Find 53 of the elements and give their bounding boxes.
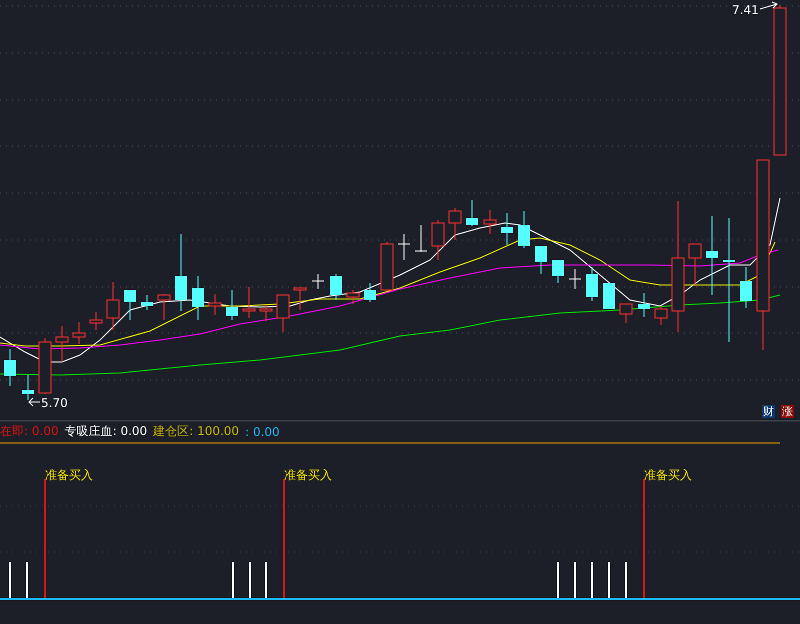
indicator-legend-item: : 0.00 <box>245 424 280 438</box>
candlestick <box>398 234 410 260</box>
tag-badge: 涨 <box>781 405 794 418</box>
candlestick <box>72 322 86 344</box>
candlestick <box>552 260 564 284</box>
signal-label: 准备买入 <box>45 468 93 482</box>
candlestick <box>380 242 394 292</box>
candlestick <box>276 294 290 332</box>
candlestick <box>294 288 306 310</box>
candlestick <box>56 326 68 362</box>
candlestick <box>22 374 34 400</box>
tag-badge: 财 <box>762 405 775 418</box>
candlestick <box>620 304 632 324</box>
candlestick <box>192 276 204 320</box>
candlestick <box>226 290 238 320</box>
candlestick <box>346 290 360 304</box>
candlestick <box>414 224 428 252</box>
candlestick <box>106 282 120 330</box>
candlestick <box>586 266 598 302</box>
arrow-icon <box>760 2 778 10</box>
candlestick <box>448 208 462 240</box>
indicator-legend-item: 建仓区: 100.00 <box>153 423 240 440</box>
arrow-icon <box>28 398 40 406</box>
candlestick <box>688 244 702 286</box>
candlestick <box>603 282 615 310</box>
candlestick <box>330 274 342 300</box>
signal-label: 准备买入 <box>644 468 692 482</box>
candlestick <box>141 294 153 310</box>
signal-label: 准备买入 <box>284 468 332 482</box>
candlestick <box>432 220 444 260</box>
candlestick <box>501 212 513 246</box>
price-high-label: 7.41 <box>732 3 759 17</box>
candlestick <box>90 312 102 330</box>
candlestick <box>568 268 582 290</box>
candlestick <box>654 306 668 326</box>
candlestick <box>208 294 222 316</box>
candlestick <box>638 292 650 318</box>
candlestick <box>484 210 496 234</box>
candlestick <box>466 200 478 226</box>
candlestick <box>158 294 170 320</box>
candlestick <box>740 266 752 308</box>
candlestick <box>312 274 324 290</box>
indicator-legend-item: 专吸庄血: 0.00 <box>64 423 148 440</box>
candlestick <box>535 246 547 274</box>
candlestick <box>242 286 256 318</box>
candlestick <box>38 338 52 394</box>
price-low-label: 5.70 <box>41 396 68 410</box>
candlestick <box>124 290 136 320</box>
candlestick <box>518 210 530 248</box>
indicator-legend-item: 在即: 0.00 <box>0 423 59 440</box>
candlestick <box>4 348 16 386</box>
candlestick <box>260 304 272 322</box>
candlestick <box>364 282 376 302</box>
